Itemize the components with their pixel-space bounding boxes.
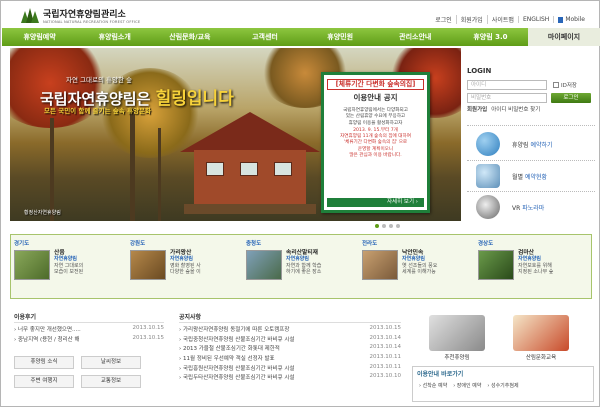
login-box: LOGIN 아이디 ID저장 비밀번호 로그인 회원가입 아이디 비밀번호 찾기 <box>467 67 595 113</box>
notice-more-button[interactable]: 자세히 보기 › <box>327 198 424 207</box>
login-title: LOGIN <box>467 67 492 75</box>
reviews-list: › 너무 좋지만 개선했으면..... 2013.10.15 › 중남지역 (용현… <box>14 325 164 344</box>
camera-icon <box>476 195 500 219</box>
divider <box>14 322 164 323</box>
save-id-checkbox[interactable] <box>553 81 559 88</box>
nav-customer[interactable]: 고객센터 <box>227 28 302 46</box>
carousel-dots <box>375 224 400 228</box>
forest-culture-label[interactable]: 산림문화교육 <box>511 353 571 361</box>
site-logo[interactable]: 국립자연휴양림관리소 NATIONAL NATURAL RECREATION F… <box>21 5 140 25</box>
recommend-forest-label[interactable]: 추천휴양림 <box>427 353 487 361</box>
calendar-icon <box>476 164 500 188</box>
forest-culture-image[interactable] <box>513 315 569 351</box>
peak-lottery-link[interactable]: › 성수기추첨제 <box>487 382 518 389</box>
hero-subtitle: 모든 국민이 함께 즐기는 숲속 휴양문화 <box>44 107 151 115</box>
nav-civil[interactable]: 휴양민원 <box>303 28 378 46</box>
password-input[interactable]: 비밀번호 <box>467 92 547 103</box>
tree-trunk <box>50 118 54 221</box>
notices-title: 공지사항 <box>179 314 202 321</box>
region-card[interactable]: 경상도 검마산 자연휴양림 자연보호를 위해 지정된 소나무 숲 <box>475 235 591 298</box>
globe-icon <box>476 132 500 156</box>
carousel-dot[interactable] <box>382 224 386 228</box>
forest-news-button[interactable]: 휴양림 소식 <box>14 356 74 369</box>
notice-subheader: 이용안내 공지 <box>353 93 398 102</box>
nav-reservation[interactable]: 휴양림예약 <box>2 28 77 46</box>
divider <box>467 125 595 126</box>
utility-links: 로그인 회원가입 사이트맵 ENGLISH Mobile <box>431 15 589 24</box>
forest-thumbnail <box>130 250 166 280</box>
forest-thumbnail <box>14 250 50 280</box>
join-link[interactable]: 회원가입 <box>467 105 487 113</box>
divider <box>467 191 595 192</box>
nav-office[interactable]: 관리소안내 <box>378 28 453 46</box>
carousel-dot[interactable] <box>389 224 393 228</box>
carousel-dot[interactable] <box>375 224 379 228</box>
usage-guide-box: 이용안내 바로가기 › 선착순 예약 › 장애인 예약 › 성수기추첨제 <box>412 366 594 402</box>
list-item[interactable]: › 너무 좋지만 개선했으면..... 2013.10.15 <box>14 325 164 335</box>
weather-button[interactable]: 날씨정보 <box>81 356 141 369</box>
quick-vr[interactable]: VR 파노라마 <box>476 195 594 219</box>
id-input[interactable]: 아이디 <box>467 79 547 90</box>
save-id-label: ID저장 <box>561 82 577 89</box>
forest-thumbnail <box>478 250 514 280</box>
notice-body: 국립자연휴양림에서는 다양화되고 있는 산림휴양 수요에 부응하고 휴양림 이용… <box>343 108 408 126</box>
quick-reserve[interactable]: 휴양림 예약하기 <box>476 132 594 156</box>
traffic-button[interactable]: 교통정보 <box>81 375 141 388</box>
carousel-dot[interactable] <box>396 224 400 228</box>
region-forests: 경기도 산음 자연휴양림 자연 그대로의 모습이 보전된 강원도 가리왕산 자연휴양림 영… <box>10 234 592 299</box>
sitemap-link[interactable]: 사이트맵 <box>486 15 518 24</box>
first-come-link[interactable]: › 선착순 예약 <box>419 382 447 389</box>
login-link[interactable]: 로그인 <box>431 15 456 24</box>
nav-forest30[interactable]: 휴양림 3.0 <box>453 28 528 46</box>
quick-monthly[interactable]: 월별 예약현황 <box>476 164 594 188</box>
org-name-en: NATIONAL NATURAL RECREATION FOREST OFFIC… <box>43 19 141 24</box>
login-button[interactable]: 로그인 <box>551 92 591 103</box>
forest-thumbnail <box>362 250 398 280</box>
notice-popup: [체류기간 다변화 숲속의집] 이용안내 공지 국립자연휴양림에서는 다양화되고… <box>321 72 430 213</box>
mobile-link[interactable]: Mobile <box>553 16 589 23</box>
recommend-forest-image[interactable] <box>429 315 485 351</box>
hero-top-text: 자연 그대로의 휴양한 숲 <box>66 76 132 84</box>
divider <box>179 322 401 323</box>
forest-logo-icon <box>21 7 39 23</box>
cabin-image <box>180 112 320 218</box>
notice-header: [체류기간 다변화 숲속의집] <box>327 79 424 90</box>
nav-intro[interactable]: 휴양림소개 <box>77 28 152 46</box>
disabled-reserve-link[interactable]: › 장애인 예약 <box>453 382 481 389</box>
region-card[interactable]: 전라도 낙안민속 자연휴양림 옛 선조들의 풍요 세계를 이해가능 <box>359 235 475 298</box>
notice-body-highlight: 2013. 9. 15.부터 7개 자연휴양림 11개 숲속의 집에 대하여 '… <box>340 127 411 159</box>
list-item[interactable]: › 국립흥원산자연휴양림 산불조심기간 바비큐 시설 2013.10.11 <box>179 364 401 374</box>
region-card[interactable]: 충청도 속리산말티재 자연휴양림 자연과 함께 학습 하기에 좋은 장소 <box>243 235 359 298</box>
guide-title: 이용안내 바로가기 <box>417 371 464 378</box>
list-item[interactable]: › 11월 정비된 우선예약 객실 선정자 발표 2013.10.11 <box>179 354 401 364</box>
english-link[interactable]: ENGLISH <box>517 16 553 23</box>
list-item[interactable]: › 가리왕산자연휴양림 동절기에 따른 오토캠프장 2013.10.15 <box>179 325 401 335</box>
reviews-title: 이용후기 <box>14 314 37 321</box>
nav-mypage[interactable]: 마이페이지 <box>527 28 600 46</box>
list-item[interactable]: › 2013 가을철 산불조심기간 화톳대 제한적 2013.10.14 <box>179 344 401 354</box>
region-card[interactable]: 경기도 산음 자연휴양림 자연 그대로의 모습이 보전된 <box>11 235 127 298</box>
forest-thumbnail <box>246 250 282 280</box>
list-item[interactable]: › 국립중청산자연휴양림 산불조심기간 바비큐 시설 2013.10.14 <box>179 335 401 345</box>
mobile-icon <box>558 16 564 23</box>
list-item[interactable]: › 중남지역 (용현 / 청리산 해 2013.10.15 <box>14 335 164 345</box>
hero-caption: 황정산자연휴양림 <box>24 210 61 216</box>
page-frame: 국립자연휴양림관리소 NATIONAL NATURAL RECREATION F… <box>0 0 600 407</box>
nearby-travel-button[interactable]: 주변 여행지 <box>14 375 74 388</box>
hero-banner[interactable]: 자연 그대로의 휴양한 숲 국립자연휴양림은 힐링입니다 모든 국민이 함께 즐… <box>10 48 461 221</box>
divider <box>467 160 595 161</box>
list-item[interactable]: › 국립두타산자연휴양림 산불조심기간 바비큐 시설 2013.10.10 <box>179 373 401 383</box>
region-card[interactable]: 강원도 가리왕산 자연휴양림 영화 촬영된 사 다양한 숲을 이 <box>127 235 243 298</box>
nav-culture[interactable]: 산림문화/교육 <box>152 28 227 46</box>
tree-trunk <box>158 128 161 221</box>
notices-list: › 가리왕산자연휴양림 동절기에 따른 오토캠프장 2013.10.15 › 국립… <box>179 325 401 383</box>
org-name: 국립자연휴양림관리소 <box>43 9 126 20</box>
find-account-link[interactable]: 아이디 비밀번호 찾기 <box>491 105 540 113</box>
tree-trunk <box>130 108 135 221</box>
join-link[interactable]: 회원가입 <box>455 15 487 24</box>
main-nav: 휴양림예약 휴양림소개 산림문화/교육 고객센터 휴양민원 관리소안내 휴양림 … <box>2 28 600 46</box>
